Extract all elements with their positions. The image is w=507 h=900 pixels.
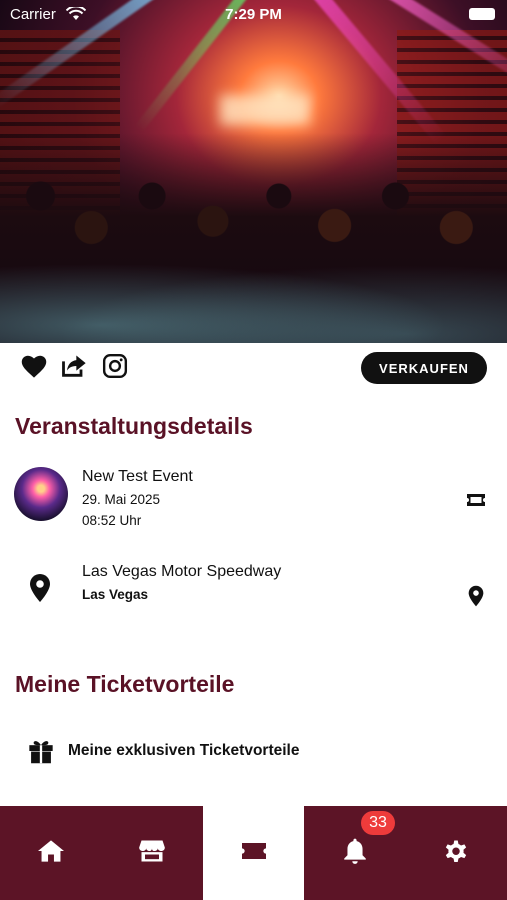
share-icon[interactable] xyxy=(59,351,89,381)
map-pin-icon[interactable] xyxy=(467,585,485,612)
ticket-perks-title: Meine Ticketvorteile xyxy=(15,671,235,697)
venue-city: Las Vegas xyxy=(82,587,149,602)
instagram-icon[interactable] xyxy=(100,351,130,381)
event-time: 08:52 Uhr xyxy=(82,513,142,528)
nav-settings[interactable] xyxy=(406,806,507,900)
gear-icon xyxy=(442,837,470,870)
ticket-icon xyxy=(239,839,269,868)
action-row: VERKAUFEN xyxy=(0,343,507,393)
event-details-title: Veranstaltungsdetails xyxy=(15,413,253,439)
nav-home[interactable] xyxy=(0,806,101,900)
home-icon xyxy=(36,838,66,869)
heart-icon[interactable] xyxy=(19,351,49,381)
event-name: New Test Event xyxy=(82,468,193,485)
exclusive-perks-link[interactable]: Meine exklusiven Ticketvorteile xyxy=(68,742,299,760)
event-hero-image xyxy=(0,0,507,343)
gift-icon xyxy=(27,737,55,770)
shop-icon xyxy=(138,838,166,869)
sell-button[interactable]: VERKAUFEN xyxy=(361,352,487,384)
notification-badge: 33 xyxy=(361,811,395,835)
bell-icon xyxy=(342,837,368,870)
ticket-icon[interactable] xyxy=(465,491,487,514)
nav-shop[interactable] xyxy=(101,806,202,900)
location-pin-icon xyxy=(28,573,52,608)
clock: 7:29 PM xyxy=(225,6,282,23)
nav-tickets[interactable] xyxy=(202,806,305,900)
status-bar: Carrier 7:29 PM xyxy=(0,0,507,30)
event-avatar[interactable] xyxy=(14,467,68,521)
venue-name: Las Vegas Motor Speedway xyxy=(82,563,282,580)
battery-icon xyxy=(469,8,495,20)
event-date: 29. Mai 2025 xyxy=(82,492,161,507)
bottom-navigation xyxy=(0,806,507,900)
